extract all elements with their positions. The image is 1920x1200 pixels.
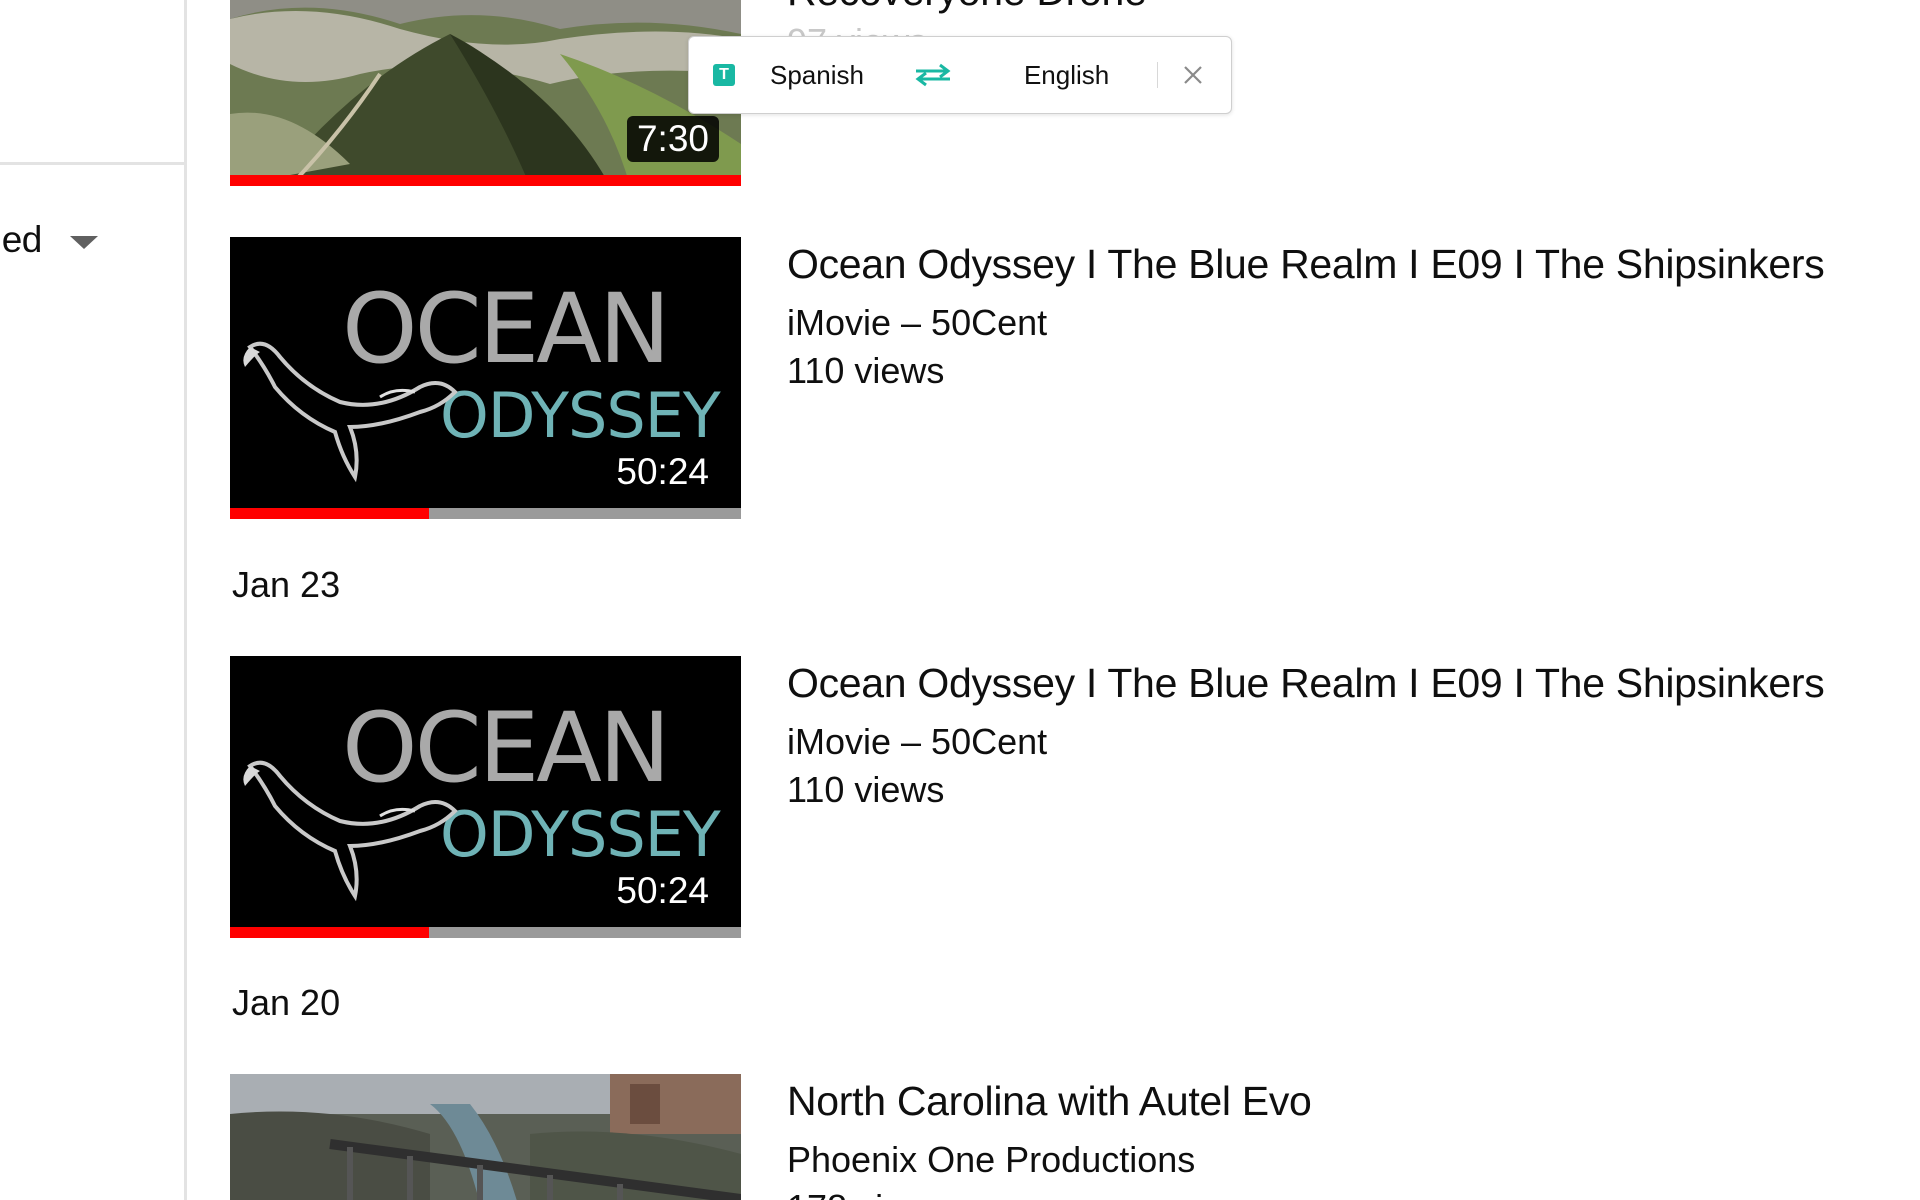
video-title[interactable]: Ocean Odyssey I The Blue Realm I E09 I T… — [787, 656, 1825, 710]
svg-text:OCEAN: OCEAN — [342, 273, 668, 385]
video-meta: North Carolina with Autel Evo Phoenix On… — [787, 1074, 1312, 1200]
translate-divider — [1157, 62, 1159, 88]
sidebar-divider — [0, 162, 184, 165]
source-language-button[interactable]: Spanish — [770, 60, 864, 91]
video-duration: 50:24 — [606, 449, 719, 495]
video-channel[interactable]: iMovie – 50Cent — [787, 299, 1824, 347]
video-title[interactable]: North Carolina with Autel Evo — [787, 1074, 1312, 1128]
video-thumbnail[interactable] — [230, 1074, 741, 1200]
date-header: Jan 23 — [232, 564, 341, 605]
watch-progress-bar — [230, 508, 741, 519]
watch-progress-bar — [230, 175, 741, 186]
left-sidebar: led — [0, 0, 187, 1200]
video-entry: OCEAN ODYSSEY 50:24 Ocean Odyssey I The … — [230, 237, 1825, 519]
video-channel[interactable]: iMovie – 50Cent — [787, 718, 1824, 766]
svg-text:OCEAN: OCEAN — [342, 692, 668, 804]
date-header: Jan 20 — [232, 982, 341, 1023]
translate-logo-icon: T — [713, 64, 735, 86]
watch-progress-bar — [230, 927, 741, 938]
target-language-button[interactable]: English — [1024, 60, 1109, 91]
watch-progress-fill — [230, 508, 430, 519]
video-entry: North Carolina with Autel Evo Phoenix On… — [230, 1074, 1312, 1200]
video-views: 110 views — [787, 350, 945, 391]
sort-dropdown-label: led — [0, 219, 42, 260]
video-channel[interactable]: Phoenix One Productions — [787, 1136, 1312, 1184]
page: led 7:30 — [0, 0, 1920, 1200]
caret-down-icon — [69, 235, 98, 249]
video-title[interactable]: Ocean Odyssey I The Blue Realm I E09 I T… — [787, 237, 1825, 291]
video-entry: OCEAN ODYSSEY 50:24 Ocean Odyssey I The … — [230, 656, 1825, 938]
history-feed: 7:30 Recoveryone Drone 97 views OCEAN OD… — [230, 0, 1920, 1200]
translate-popup: T Spanish English — [688, 36, 1232, 114]
video-duration: 7:30 — [626, 116, 719, 162]
video-duration: 50:24 — [606, 868, 719, 914]
watch-progress-fill — [230, 927, 430, 938]
watch-progress-fill — [230, 175, 741, 186]
video-meta: Ocean Odyssey I The Blue Realm I E09 I T… — [787, 656, 1825, 814]
video-title[interactable]: Recoveryone Drone — [787, 0, 1147, 18]
video-thumbnail[interactable]: 7:30 — [230, 0, 741, 186]
video-views: 178 views — [787, 1184, 1312, 1200]
close-icon[interactable] — [1182, 64, 1204, 86]
river-bridge-thumbnail-image — [230, 1074, 741, 1200]
swap-languages-icon[interactable] — [914, 63, 952, 87]
video-views: 110 views — [787, 769, 945, 810]
video-thumbnail[interactable]: OCEAN ODYSSEY 50:24 — [230, 656, 741, 938]
svg-text:ODYSSEY: ODYSSEY — [440, 379, 721, 452]
video-thumbnail[interactable]: OCEAN ODYSSEY 50:24 — [230, 237, 741, 519]
svg-text:ODYSSEY: ODYSSEY — [440, 798, 721, 871]
video-meta: Ocean Odyssey I The Blue Realm I E09 I T… — [787, 237, 1825, 395]
sort-dropdown[interactable]: led — [0, 218, 98, 262]
